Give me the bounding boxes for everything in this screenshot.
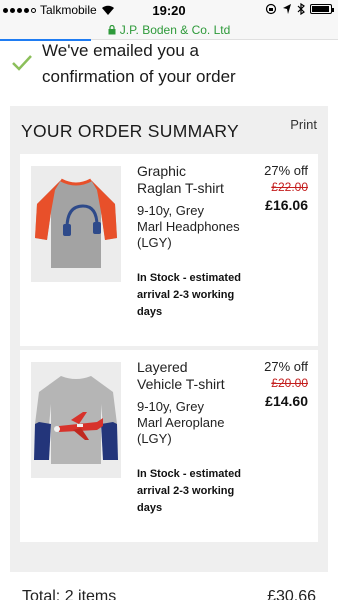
original-price: £22.00 — [271, 180, 308, 194]
summary-title: YOUR ORDER SUMMARY — [21, 121, 240, 141]
url-text: J.P. Boden & Co. Ltd — [119, 22, 231, 37]
confirmation-line-1: We've emailed you a — [42, 41, 199, 60]
product-image-vehicle-tshirt — [31, 362, 121, 478]
battery-icon — [310, 4, 334, 14]
order-item: Layered Vehicle T-shirt 9-10y, Grey Marl… — [20, 350, 318, 542]
product-name-line: Graphic — [137, 163, 187, 179]
product-variant: 9-10y, Grey Marl Headphones (LGY) — [137, 203, 257, 251]
bluetooth-icon — [297, 3, 305, 15]
product-name-line: Raglan T-shirt — [137, 180, 224, 196]
product-image-raglan-tshirt — [31, 166, 121, 282]
variant-line: 9-10y, Grey — [137, 203, 204, 218]
order-summary: YOUR ORDER SUMMARY Print Graphic Raglan … — [10, 106, 328, 572]
product-name[interactable]: Graphic Raglan T-shirt — [137, 163, 257, 197]
price-box: 27% off £20.00 £14.60 — [248, 358, 308, 411]
check-icon — [12, 55, 32, 71]
order-item: Graphic Raglan T-shirt 9-10y, Grey Marl … — [20, 154, 318, 346]
status-right — [265, 3, 334, 15]
stock-line: arrival 2-3 working — [137, 485, 235, 497]
rotation-lock-icon — [265, 3, 277, 15]
print-link[interactable]: Print — [290, 117, 317, 132]
product-name-line: Layered — [137, 359, 188, 375]
confirmation-line-2: confirmation of your order — [42, 67, 236, 86]
product-name[interactable]: Layered Vehicle T-shirt — [137, 359, 257, 393]
stock-line: days — [137, 306, 163, 318]
variant-line: 9-10y, Grey — [137, 399, 204, 414]
stock-status: In Stock - estimated arrival 2-3 working… — [137, 270, 257, 321]
confirmation-message: We've emailed you a confirmation of your… — [0, 36, 338, 92]
sale-price: £16.06 — [265, 197, 308, 213]
stock-line: In Stock - estimated — [137, 272, 241, 284]
stock-line: arrival 2-3 working — [137, 289, 235, 301]
variant-line: Marl Headphones — [137, 219, 240, 234]
product-name-line: Vehicle T-shirt — [137, 376, 225, 392]
price-box: 27% off £22.00 £16.06 — [248, 162, 308, 215]
variant-line: (LGY) — [137, 431, 172, 446]
stock-line: In Stock - estimated — [137, 468, 241, 480]
discount-label: 27% off — [264, 359, 308, 374]
total-label: Total: 2 items — [22, 588, 117, 600]
confirmation-text: We've emailed you a confirmation of your… — [42, 38, 236, 90]
product-variant: 9-10y, Grey Marl Aeroplane (LGY) — [137, 399, 257, 447]
stock-line: days — [137, 502, 163, 514]
discount-label: 27% off — [264, 163, 308, 178]
location-arrow-icon — [283, 4, 291, 14]
total-value: £30.66 — [267, 588, 316, 600]
order-total: Total: 2 items £30.66 — [0, 586, 338, 600]
status-bar: Talkmobile 19:20 — [0, 0, 338, 20]
original-price: £20.00 — [271, 376, 308, 390]
stock-status: In Stock - estimated arrival 2-3 working… — [137, 466, 257, 517]
lock-icon — [108, 24, 116, 34]
variant-line: Marl Aeroplane — [137, 415, 225, 430]
sale-price: £14.60 — [265, 393, 308, 409]
variant-line: (LGY) — [137, 235, 172, 250]
